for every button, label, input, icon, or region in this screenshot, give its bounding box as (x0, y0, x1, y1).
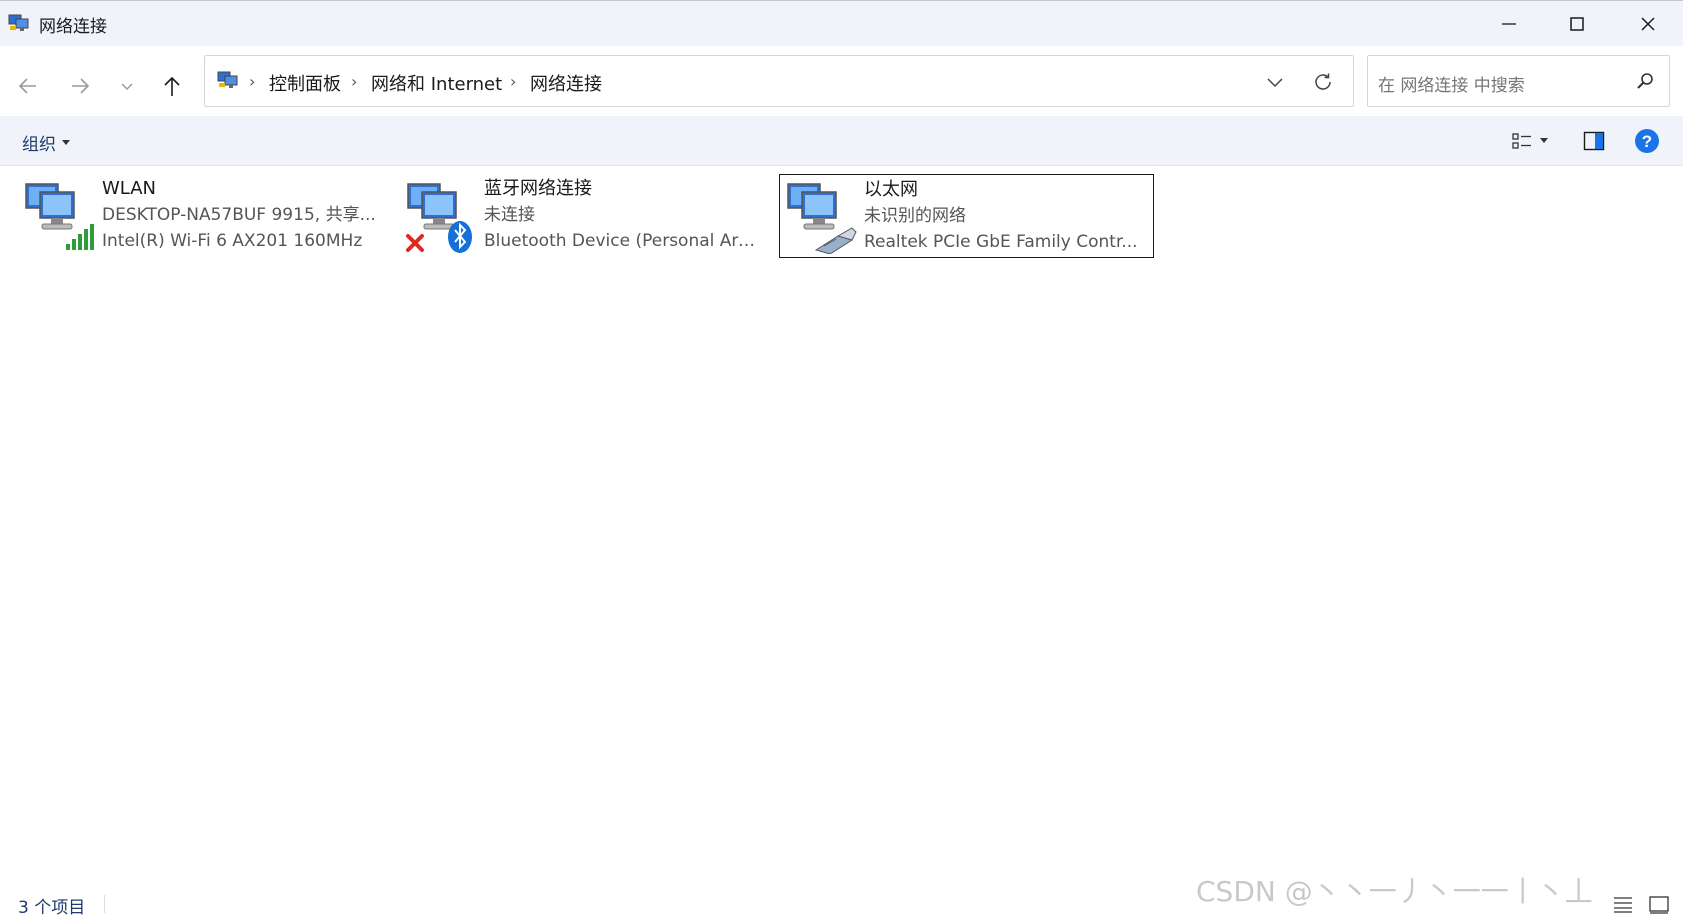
address-bar[interactable]: › 控制面板 › 网络和 Internet › 网络连接 (204, 55, 1354, 107)
chevron-down-icon (1267, 78, 1283, 88)
connections-list: WLAN DESKTOP-NA57BUF 9915, 共享... Intel(R… (0, 166, 1683, 866)
status-divider (104, 895, 105, 913)
address-history-button[interactable] (1255, 66, 1295, 98)
breadcrumb-control-panel[interactable]: 控制面板 (269, 70, 341, 96)
search-box[interactable]: 在 网络连接 中搜索 (1367, 55, 1670, 107)
breadcrumb-separator[interactable]: › (351, 72, 357, 91)
breadcrumb-separator[interactable]: › (510, 72, 516, 91)
breadcrumb-network-connections[interactable]: 网络连接 (530, 70, 602, 96)
item-name: 蓝牙网络连接 (484, 178, 592, 199)
network-connections-icon (8, 14, 29, 31)
minimize-icon (1502, 23, 1516, 25)
up-button[interactable] (152, 66, 192, 106)
details-view-icon[interactable] (1612, 894, 1634, 914)
forward-button[interactable] (60, 66, 100, 106)
refresh-button[interactable] (1303, 66, 1343, 98)
item-device: Realtek PCIe GbE Family Contr... (864, 232, 1138, 252)
recent-locations-button[interactable] (107, 66, 147, 106)
svg-text:?: ? (1642, 132, 1652, 151)
item-status: 未连接 (484, 205, 535, 225)
maximize-icon (1570, 17, 1584, 31)
close-button[interactable] (1613, 1, 1683, 47)
window-title: 网络连接 (39, 17, 107, 37)
back-button[interactable] (8, 66, 48, 106)
bluetooth-adapter-disconnected-icon (406, 183, 472, 253)
change-view-button[interactable] (1500, 126, 1560, 156)
list-item-bluetooth[interactable]: 蓝牙网络连接 未连接 Bluetooth Device (Personal Ar… (390, 174, 766, 258)
item-device: Intel(R) Wi-Fi 6 AX201 160MHz (102, 231, 363, 251)
up-arrow-icon (164, 76, 180, 96)
maximize-button[interactable] (1542, 1, 1612, 47)
view-options-icon (1512, 133, 1531, 149)
wifi-adapter-icon (25, 183, 94, 250)
item-text: WLAN DESKTOP-NA57BUF 9915, 共享... Intel(R… (102, 176, 378, 254)
minimize-button[interactable] (1474, 1, 1544, 47)
breadcrumb-separator[interactable]: › (249, 72, 255, 91)
help-button[interactable]: ? (1632, 126, 1662, 156)
item-name: WLAN (102, 178, 157, 199)
preview-pane-icon (1583, 131, 1605, 151)
item-status: 未识别的网络 (864, 206, 966, 226)
back-arrow-icon (18, 78, 36, 94)
title-bar: 网络连接 (0, 0, 1683, 46)
large-icons-view-icon[interactable] (1648, 894, 1670, 914)
network-connections-icon (217, 71, 238, 88)
item-status: DESKTOP-NA57BUF 9915, 共享... (102, 205, 376, 225)
close-icon (1641, 17, 1655, 31)
search-icon[interactable] (1634, 70, 1656, 92)
item-count: 3 个项目 (18, 898, 86, 918)
organize-menu-button[interactable]: 组织 (16, 128, 76, 157)
forward-arrow-icon (72, 78, 90, 94)
item-text: 以太网 未识别的网络 Realtek PCIe GbE Family Contr… (864, 177, 1140, 255)
refresh-icon (1315, 73, 1331, 90)
help-icon: ? (1635, 129, 1659, 153)
breadcrumb-network-internet[interactable]: 网络和 Internet (371, 70, 502, 96)
preview-pane-button[interactable] (1578, 126, 1610, 156)
item-text: 蓝牙网络连接 未连接 Bluetooth Device (Personal Ar… (484, 176, 760, 254)
caret-down-icon (1540, 138, 1548, 143)
item-device: Bluetooth Device (Personal Are... (484, 231, 760, 251)
caret-down-icon (62, 139, 70, 145)
chevron-down-icon (121, 83, 133, 91)
organize-label: 组织 (22, 135, 56, 155)
watermark: CSDN @丶丶一丿丶一一丨丶丄 (1196, 875, 1593, 908)
command-bar: 组织 ? (0, 116, 1683, 166)
search-input[interactable]: 在 网络连接 中搜索 (1378, 71, 1525, 96)
item-name: 以太网 (864, 179, 918, 200)
list-item-ethernet[interactable]: 以太网 未识别的网络 Realtek PCIe GbE Family Contr… (779, 174, 1154, 258)
list-item-wlan[interactable]: WLAN DESKTOP-NA57BUF 9915, 共享... Intel(R… (8, 174, 384, 258)
ethernet-adapter-icon (787, 183, 857, 254)
navigation-bar: › 控制面板 › 网络和 Internet › 网络连接 在 网络连接 中搜索 (0, 46, 1683, 116)
